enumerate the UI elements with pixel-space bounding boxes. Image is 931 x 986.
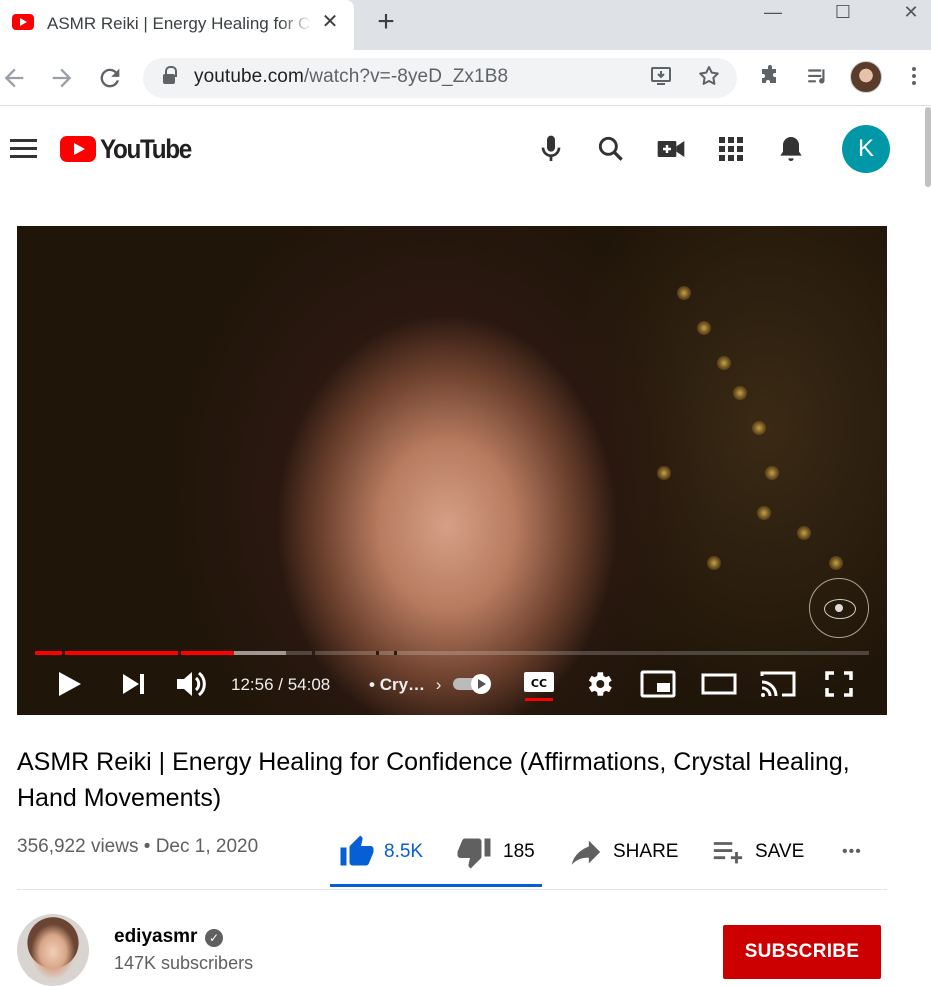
progress-bar[interactable] — [35, 651, 869, 655]
autoplay-toggle[interactable] — [451, 662, 495, 706]
like-count: 8.5K — [384, 841, 424, 862]
volume-icon[interactable] — [174, 662, 210, 706]
player-controls: 12:56 / 54:08 • Cry… › CC — [17, 662, 887, 706]
back-arrow-icon[interactable] — [0, 64, 28, 92]
youtube-wordmark[interactable]: YouTube — [100, 134, 192, 165]
media-control-icon[interactable] — [804, 64, 832, 92]
share-label: SHARE — [613, 841, 679, 862]
save-button[interactable]: SAVE — [711, 832, 804, 872]
thumbs-down-icon — [457, 838, 491, 869]
tab-title: ASMR Reiki | Energy Healing for Confiden… — [47, 14, 312, 33]
thumbs-up-icon — [340, 835, 374, 866]
chapter-gap — [376, 651, 379, 655]
url-text[interactable]: youtube.com/watch?v=-8yeD_Zx1B8 — [194, 66, 508, 88]
browser-tab-strip: ASMR Reiki | Energy Healing for Confiden… — [0, 0, 931, 50]
chapter-name: Cry… — [379, 675, 426, 694]
chapter-separator: • — [369, 675, 375, 694]
url-path: /watch?v=-8yeD_Zx1B8 — [303, 66, 509, 87]
view-count: 356,922 views — [17, 836, 139, 857]
settings-gear-icon[interactable] — [583, 662, 615, 706]
chapter-gap — [62, 651, 65, 655]
browser-tab[interactable]: ASMR Reiki | Energy Healing for Confiden… — [0, 0, 354, 50]
video-title: ASMR Reiki | Energy Healing for Confiden… — [17, 748, 850, 812]
background-bokeh — [829, 556, 843, 570]
microphone-icon[interactable] — [535, 133, 567, 165]
notifications-bell-icon[interactable] — [775, 133, 807, 165]
upload-date: Dec 1, 2020 — [155, 836, 259, 857]
subscriber-count: 147K subscribers — [114, 953, 254, 973]
next-button[interactable] — [119, 662, 149, 706]
reload-icon[interactable] — [96, 64, 124, 92]
create-video-icon[interactable] — [655, 133, 687, 165]
chapter-chevron-icon: › — [435, 675, 442, 694]
miniplayer-icon[interactable] — [639, 662, 677, 706]
background-bokeh — [757, 506, 771, 520]
subscribe-button[interactable]: SUBSCRIBE — [723, 925, 881, 979]
channel-avatar[interactable] — [17, 914, 89, 986]
verified-badge-icon: ✓ — [205, 929, 223, 947]
background-bokeh — [733, 386, 747, 400]
date-separator: • — [143, 836, 151, 857]
add-to-playlist-icon — [713, 842, 743, 864]
metadata-divider — [17, 889, 887, 890]
background-bokeh — [752, 421, 766, 435]
browser-toolbar: youtube.com/watch?v=-8yeD_Zx1B8 — [0, 50, 931, 106]
more-actions-button[interactable]: ••• — [842, 832, 862, 872]
chrome-profile-avatar[interactable] — [850, 61, 882, 93]
chapter-title[interactable]: • Cry… › — [369, 675, 441, 695]
background-bokeh — [717, 356, 731, 370]
background-bokeh — [765, 466, 779, 480]
youtube-logo-icon[interactable] — [60, 136, 96, 162]
share-arrow-icon — [571, 840, 601, 865]
background-bokeh — [707, 556, 721, 570]
chapter-gap — [312, 651, 315, 655]
window-close-button[interactable]: ✕ — [888, 0, 931, 26]
extensions-puzzle-icon[interactable] — [756, 64, 784, 92]
play-button[interactable] — [55, 662, 85, 706]
tab-close-button[interactable]: ✕ — [318, 10, 342, 34]
install-app-icon[interactable] — [647, 64, 675, 92]
background-bokeh — [657, 466, 671, 480]
closed-captions-button[interactable]: CC — [522, 662, 556, 706]
svg-text:CC: CC — [531, 677, 547, 690]
bookmark-star-icon[interactable] — [695, 64, 723, 92]
window-minimize-button[interactable]: — — [750, 0, 796, 26]
youtube-favicon-icon — [12, 14, 34, 30]
video-player[interactable]: 12:56 / 54:08 • Cry… › CC — [17, 226, 887, 715]
cast-icon[interactable] — [758, 662, 798, 706]
dislike-count: 185 — [503, 841, 535, 862]
share-button[interactable]: SHARE — [569, 832, 678, 872]
time-display: 12:56 / 54:08 — [231, 675, 331, 694]
url-domain: youtube.com — [194, 66, 304, 87]
save-label: SAVE — [755, 841, 805, 862]
theater-mode-icon[interactable] — [701, 662, 737, 706]
chrome-menu-icon[interactable] — [900, 64, 928, 92]
page-scrollbar[interactable] — [925, 107, 931, 187]
lock-icon[interactable] — [163, 66, 177, 84]
apps-grid-icon[interactable] — [715, 133, 747, 165]
window-maximize-button[interactable]: ☐ — [820, 0, 866, 26]
address-bar[interactable]: youtube.com/watch?v=-8yeD_Zx1B8 — [143, 58, 737, 98]
fullscreen-icon[interactable] — [823, 662, 855, 706]
view-count-and-date: 356,922 views • Dec 1, 2020 — [17, 836, 258, 858]
background-bokeh — [697, 321, 711, 335]
channel-name[interactable]: ediyasmr — [114, 926, 197, 948]
new-tab-button[interactable]: + — [372, 7, 400, 37]
background-bokeh — [677, 286, 691, 300]
forward-arrow-icon[interactable] — [48, 64, 76, 92]
like-button[interactable]: 8.5K — [339, 832, 423, 872]
dislike-button[interactable]: 185 — [456, 832, 535, 872]
account-avatar[interactable]: K — [842, 125, 890, 173]
youtube-masthead: YouTube K — [0, 107, 931, 189]
like-ratio-bar — [330, 884, 542, 887]
chapter-gap — [394, 651, 397, 655]
search-icon[interactable] — [595, 133, 627, 165]
chapter-gap — [178, 651, 181, 655]
channel-watermark-icon[interactable] — [809, 578, 869, 638]
hamburger-menu-icon[interactable] — [10, 139, 37, 159]
background-bokeh — [797, 526, 811, 540]
